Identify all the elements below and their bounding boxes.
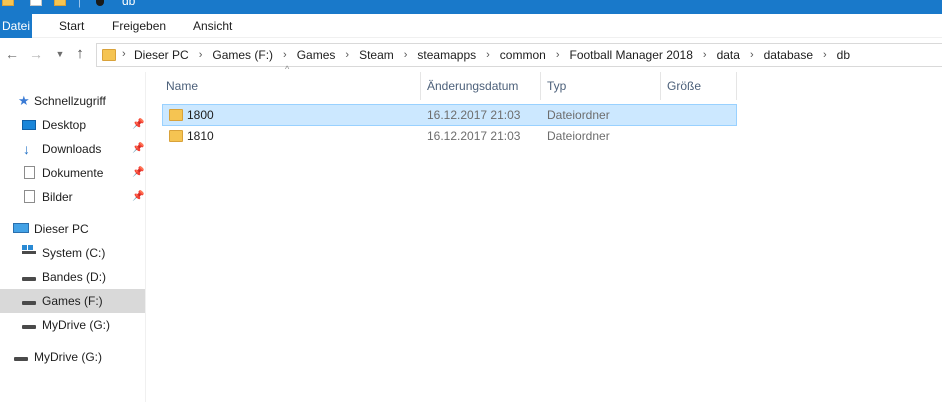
sidebar-item-drive-f[interactable]: Games (F:) [0,289,145,313]
breadcrumb-item[interactable]: steamapps [416,48,477,62]
sidebar-item-drive-g[interactable]: MyDrive (G:) [0,313,145,337]
column-header-type[interactable]: Typ [541,72,661,100]
star-icon: ★ [18,93,30,108]
list-item[interactable]: 1810 16.12.2017 21:03 Dateiordner [162,125,737,147]
recent-locations-chevron-icon[interactable]: ▼ [52,45,68,63]
breadcrumb: Dieser PC › Games (F:) › Games › Steam ›… [133,44,851,66]
breadcrumb-item[interactable]: database [763,48,814,62]
drive-icon [22,301,36,305]
sidebar-item-downloads[interactable]: ↓ Downloads 📌 [0,137,145,161]
quick-access-separator: | [78,0,81,8]
pin-icon[interactable]: 📌 [132,113,144,137]
breadcrumb-item[interactable]: db [836,48,851,62]
sidebar-item-drive-d[interactable]: Bandes (D:) [0,265,145,289]
column-header-name[interactable]: Name [160,72,421,100]
chevron-right-icon[interactable]: › [547,49,569,61]
properties-icon[interactable] [30,0,42,6]
file-type: Dateiordner [547,108,610,122]
file-date: 16.12.2017 21:03 [427,129,521,143]
sidebar-item-label: Bilder [42,190,73,204]
folder-icon [102,49,116,61]
navigation-bar: ← → ▼ ↑ › Dieser PC › Games (F:) › Games… [0,38,942,72]
download-icon: ↓ [23,141,30,157]
pin-icon[interactable]: 📌 [132,137,144,161]
breadcrumb-item[interactable]: common [499,48,547,62]
new-folder-icon[interactable] [54,0,66,6]
pin-icon[interactable]: 📌 [132,161,144,185]
sidebar-item-drive-c[interactable]: System (C:) [0,241,145,265]
drive-icon [22,277,36,281]
file-name: 1800 [187,108,214,122]
sidebar-item-label: MyDrive (G:) [42,318,110,332]
file-type: Dateiordner [547,129,610,143]
chevron-right-icon[interactable]: › [477,49,499,61]
chevron-right-icon[interactable]: › [814,49,836,61]
list-item[interactable]: 1800 16.12.2017 21:03 Dateiordner [162,104,737,126]
navigation-pane: ★ Schnellzugriff Desktop 📌 ↓ Downloads 📌… [0,72,146,402]
drive-icon [14,357,28,361]
pin-icon[interactable]: 📌 [132,185,144,209]
sidebar-item-label: Games (F:) [42,294,103,308]
chevron-right-icon[interactable]: › [274,49,296,61]
sidebar-item-pictures[interactable]: Bilder 📌 [0,185,145,209]
column-headers: ^ Name Änderungsdatum Typ Größe [160,64,942,100]
up-arrow-icon[interactable]: ↑ [72,45,88,63]
tab-share[interactable]: Freigeben [112,14,166,38]
sidebar-item-label: Dokumente [42,166,104,180]
customize-toolbar-icon[interactable] [96,0,104,6]
sidebar-item-label: System (C:) [42,246,106,260]
tab-start[interactable]: Start [59,14,84,38]
chevron-right-icon[interactable]: › [336,49,358,61]
breadcrumb-item[interactable]: Dieser PC [133,48,190,62]
breadcrumb-item[interactable]: Football Manager 2018 [568,48,693,62]
sidebar-item-label: Downloads [42,142,102,156]
breadcrumb-item[interactable]: data [716,48,741,62]
chevron-right-icon[interactable]: › [694,49,716,61]
sidebar-item-mydrive[interactable]: MyDrive (G:) [0,345,145,369]
sidebar-item-quick-access[interactable]: ★ Schnellzugriff [0,89,145,113]
chevron-right-icon[interactable]: › [395,49,417,61]
document-icon [24,166,35,179]
back-arrow-icon[interactable]: ← [4,45,20,63]
tab-file[interactable]: Datei [0,14,32,38]
folder-icon [2,0,14,6]
sidebar-item-label: Dieser PC [34,222,89,236]
sidebar-item-documents[interactable]: Dokumente 📌 [0,161,145,185]
file-date: 16.12.2017 21:03 [427,108,521,122]
address-bar[interactable]: › Dieser PC › Games (F:) › Games › Steam… [96,43,942,67]
file-name: 1810 [187,129,214,143]
tab-view[interactable]: Ansicht [193,14,232,38]
sidebar-item-label: Desktop [42,118,87,132]
sidebar-item-label: Schnellzugriff [34,94,106,108]
sidebar-item-label: Bandes (D:) [42,270,107,284]
ribbon-tabs: Datei Start Freigeben Ansicht [0,14,942,38]
breadcrumb-item[interactable]: Games (F:) [211,48,274,62]
folder-icon [169,109,183,121]
folder-icon [169,130,183,142]
pictures-icon [24,190,35,203]
sidebar-item-label: MyDrive (G:) [34,350,102,364]
column-header-date[interactable]: Änderungsdatum [421,72,541,100]
sidebar-item-desktop[interactable]: Desktop 📌 [0,113,145,137]
forward-arrow-icon[interactable]: → [28,45,44,63]
chevron-right-icon[interactable]: › [122,48,126,60]
column-header-size[interactable]: Größe [661,72,737,100]
breadcrumb-item[interactable]: Games [296,48,337,62]
window-title: db [122,0,136,8]
system-drive-icon [22,245,36,257]
chevron-right-icon[interactable]: › [190,49,212,61]
chevron-right-icon[interactable]: › [741,49,763,61]
title-bar: | db [0,0,942,14]
computer-icon [13,223,29,233]
breadcrumb-item[interactable]: Steam [358,48,395,62]
desktop-icon [22,120,36,130]
drive-icon [22,325,36,329]
sidebar-item-this-pc[interactable]: Dieser PC [0,217,145,241]
